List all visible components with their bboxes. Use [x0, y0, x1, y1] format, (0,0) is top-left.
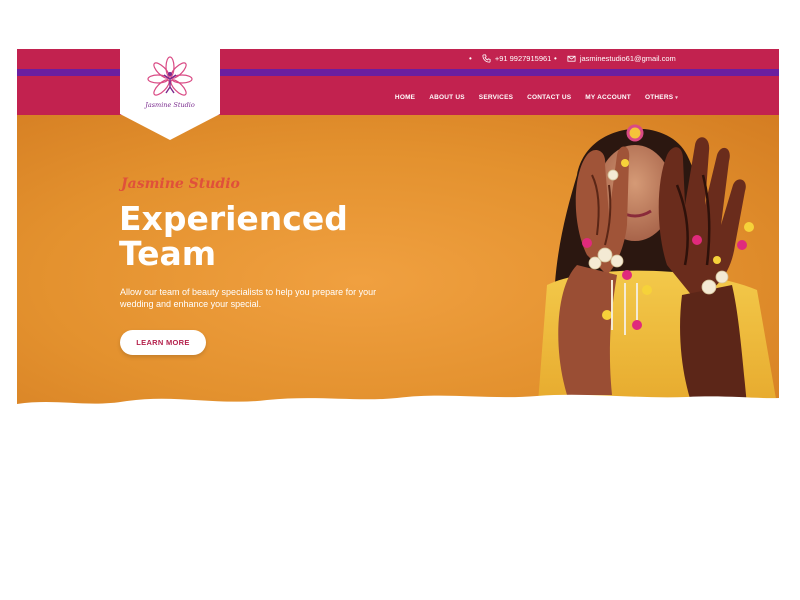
- phone-contact[interactable]: • +91 9927915961: [469, 54, 551, 63]
- logo-text: Jasmine Studio: [143, 101, 195, 109]
- logo-badge[interactable]: Jasmine Studio: [120, 49, 220, 140]
- nav-services[interactable]: SERVICES: [472, 94, 520, 101]
- email-contact[interactable]: • jasminestudio61@gmail.com: [554, 54, 676, 63]
- learn-more-button[interactable]: LEARN MORE: [120, 330, 206, 355]
- chevron-down-icon: ▾: [675, 94, 678, 101]
- hero-banner: Jasmine Studio Experienced Team Allow ou…: [17, 115, 779, 416]
- headline-line-1: Experienced: [119, 199, 348, 238]
- brush-wave-divider: [17, 394, 779, 416]
- nav-my-account[interactable]: MY ACCOUNT: [578, 94, 638, 101]
- hero-photo: [517, 115, 779, 416]
- phone-icon: [482, 54, 491, 63]
- main-nav: HOME ABOUT US SERVICES CONTACT US MY ACC…: [388, 94, 685, 101]
- envelope-icon: [567, 54, 576, 63]
- email-address: jasminestudio61@gmail.com: [579, 54, 676, 63]
- nav-home[interactable]: HOME: [388, 94, 422, 101]
- phone-number: +91 9927915961: [494, 54, 552, 63]
- hero-headline: Experienced Team: [119, 201, 419, 271]
- nav-others-label: OTHERS: [644, 94, 674, 101]
- headline-line-2: Team: [119, 234, 217, 273]
- nav-about-us[interactable]: ABOUT US: [422, 94, 472, 101]
- bullet-dot: •: [469, 54, 472, 63]
- hero-description: Allow our team of beauty specialists to …: [120, 287, 377, 309]
- nav-others[interactable]: OTHERS ▾: [638, 94, 685, 101]
- brand-script-title: Jasmine Studio: [121, 176, 240, 192]
- website-frame: • +91 9927915961 • jasminestudio61@gmail…: [17, 49, 779, 416]
- bullet-dot: •: [554, 54, 557, 63]
- nav-contact-us[interactable]: CONTACT US: [520, 94, 578, 101]
